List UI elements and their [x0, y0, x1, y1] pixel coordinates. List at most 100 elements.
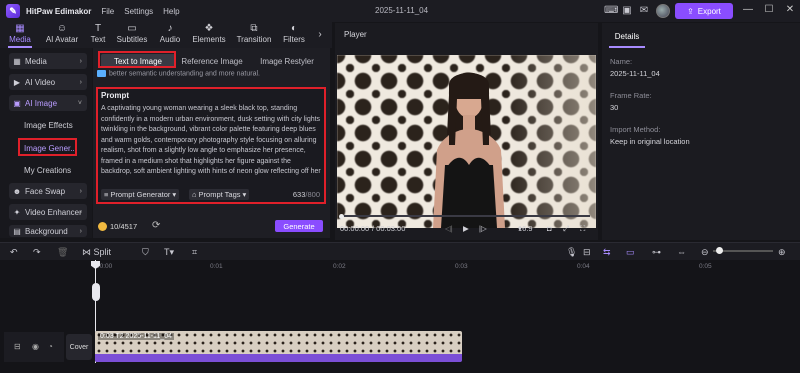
- generate-button[interactable]: Generate: [275, 220, 323, 232]
- ruler-tick: 0:03: [455, 263, 468, 270]
- track-header: ⊟ ◉ ◔: [4, 332, 64, 362]
- previous-frame-icon[interactable]: ◁|: [445, 224, 453, 233]
- ai-avatar-icon: ☺: [56, 23, 68, 34]
- menu-settings[interactable]: Settings: [124, 7, 153, 16]
- play-icon[interactable]: ▶: [463, 224, 469, 233]
- playhead-marker[interactable]: [92, 283, 100, 301]
- tab-ai-avatar-label: AI Avatar: [45, 35, 79, 44]
- tab-details[interactable]: Details: [609, 26, 645, 48]
- track-lock-icon[interactable]: ⊟: [14, 342, 21, 351]
- app-name: HitPaw Edimakor: [26, 6, 92, 16]
- import-method-label: Import Method:: [610, 125, 661, 134]
- app-logo: ✎: [6, 4, 20, 18]
- undo-icon[interactable]: ↶: [10, 246, 18, 258]
- sidebar-item-background[interactable]: ▤ Background ›: [9, 225, 87, 237]
- aspect-ratio-select[interactable]: 16:9 ▾: [518, 224, 533, 233]
- sidebar-item-ai-video[interactable]: ▶ AI Video ›: [9, 74, 87, 90]
- tab-text-label: Text: [90, 35, 106, 44]
- export-button[interactable]: ⇪ Export: [675, 3, 733, 19]
- scrubber-handle[interactable]: [339, 214, 344, 219]
- shield-icon[interactable]: ⛉: [142, 246, 149, 258]
- player-controls: 00:00:00 / 00:03:00 ◁| ▶ |▷ 16:9 ▾ ◘ ⤢ ⛶: [335, 224, 598, 236]
- mail-icon[interactable]: ✉: [638, 5, 650, 17]
- prompt-generator-button[interactable]: ≡ Prompt Generator ▾: [101, 189, 180, 200]
- tab-elements[interactable]: ❖ Elements: [190, 22, 228, 48]
- tab-transition-label: Transition: [236, 35, 272, 44]
- split-button[interactable]: ⋈ Split: [82, 246, 111, 258]
- toolbar-scroll-right[interactable]: ›: [314, 22, 326, 48]
- char-max: /800: [305, 190, 320, 199]
- tab-filters[interactable]: ◐ Filters: [281, 22, 307, 48]
- tag-icon: ⌂: [192, 190, 197, 199]
- crop-icon[interactable]: ⌗: [192, 246, 197, 258]
- tab-media[interactable]: ▦ Media: [6, 22, 34, 48]
- gift-icon[interactable]: ▣: [621, 5, 633, 17]
- credits-display: 10/4517: [98, 220, 137, 232]
- media-icon: ▦: [13, 56, 21, 66]
- background-icon: ▤: [13, 226, 21, 236]
- document-title: 2025-11-11_04: [375, 6, 429, 15]
- avatar[interactable]: [656, 4, 670, 18]
- filters-icon: ◐: [290, 23, 298, 34]
- track-visibility-icon[interactable]: ◉: [32, 342, 39, 351]
- microphone-icon[interactable]: 🎙: [566, 246, 577, 258]
- menu-file[interactable]: File: [101, 7, 114, 16]
- prompt-generator-icon: ≡: [104, 190, 109, 199]
- sidebar-sub-my-creations[interactable]: My Creations: [24, 166, 71, 175]
- text-tool-icon[interactable]: T▾: [164, 246, 174, 258]
- snap-icon[interactable]: ▭: [626, 246, 635, 258]
- chevron-right-icon: ›: [318, 29, 322, 40]
- toolbar: ▦ Media ☺ AI Avatar T Text ▭ Subtitles ♪…: [0, 22, 332, 48]
- playback-scrubber[interactable]: [340, 215, 590, 217]
- export-label: Export: [697, 6, 721, 16]
- sidebar-item-video-enhancer[interactable]: ✦ Video Enhancer ›: [9, 204, 87, 220]
- tab-subtitles[interactable]: ▭ Subtitles: [114, 22, 150, 48]
- menu-help[interactable]: Help: [163, 7, 179, 16]
- track-mute-icon[interactable]: ◔: [48, 342, 53, 351]
- char-counter: 633/800: [293, 190, 320, 199]
- sidebar-item-media[interactable]: ▦ Media ›: [9, 53, 87, 69]
- ruler-tick: 0:04: [577, 263, 590, 270]
- snapshot-icon[interactable]: ◘: [547, 224, 552, 233]
- player-panel: Player: [335, 23, 598, 240]
- tab-reference-image[interactable]: Reference Image: [177, 54, 247, 68]
- next-frame-icon[interactable]: |▷: [479, 224, 487, 233]
- cover-button[interactable]: Cover: [66, 334, 92, 360]
- tab-text[interactable]: T Text: [88, 22, 108, 48]
- tab-transition[interactable]: ⧉ Transition: [234, 22, 274, 48]
- zoom-slider-handle[interactable]: [716, 247, 723, 254]
- name-value: 2025-11-11_04: [610, 69, 660, 78]
- redo-icon[interactable]: ↷: [33, 246, 41, 258]
- sidebar-item-label: Video Enhancer: [25, 207, 82, 217]
- zoom-in-icon[interactable]: ⊕: [778, 246, 786, 258]
- tab-audio[interactable]: ♪ Audio: [157, 22, 183, 48]
- ai-video-icon: ▶: [13, 77, 21, 87]
- fit-icon[interactable]: ⇔: [677, 246, 686, 258]
- split-label: Split: [93, 247, 112, 257]
- player-title: Player: [344, 30, 367, 39]
- fullscreen-icon[interactable]: ⤢: [563, 224, 569, 234]
- delete-icon[interactable]: 🗑: [57, 246, 68, 258]
- aspect-ratio-value: 16:9: [518, 224, 533, 233]
- sidebar-item-ai-image[interactable]: ▣ AI Image ˅: [9, 95, 87, 111]
- video-clip[interactable]: 0:03 T2 2025-11-11_04: [95, 331, 462, 362]
- minimize-icon[interactable]: —: [742, 4, 754, 15]
- close-icon[interactable]: ✕: [784, 4, 796, 15]
- keyboard-icon[interactable]: ⌨: [604, 5, 618, 17]
- expand-icon[interactable]: ⛶: [580, 224, 585, 234]
- zoom-out-icon[interactable]: ⊖: [701, 246, 709, 258]
- highlight-box-text-to-image: [98, 51, 176, 68]
- tab-image-restyler[interactable]: Image Restyler: [251, 54, 323, 68]
- prompt-textarea[interactable]: A captivating young woman wearing a slee…: [101, 104, 322, 184]
- adjust-icon[interactable]: ⊟: [583, 246, 591, 258]
- woman-portrait: [433, 72, 505, 228]
- maximize-icon[interactable]: ☐: [763, 4, 775, 15]
- link-clip-icon[interactable]: ⊶: [652, 246, 661, 258]
- tab-ai-avatar[interactable]: ☺ AI Avatar: [42, 22, 82, 48]
- ruler-tick: 0:02: [333, 263, 346, 270]
- refresh-icon[interactable]: ⟳: [152, 220, 160, 231]
- link-icon[interactable]: ⇆: [603, 246, 611, 258]
- prompt-tags-button[interactable]: ⌂ Prompt Tags ▾: [189, 189, 250, 200]
- sidebar-item-face-swap[interactable]: ☻ Face Swap ›: [9, 183, 87, 199]
- sidebar-sub-image-effects[interactable]: Image Effects: [24, 121, 73, 130]
